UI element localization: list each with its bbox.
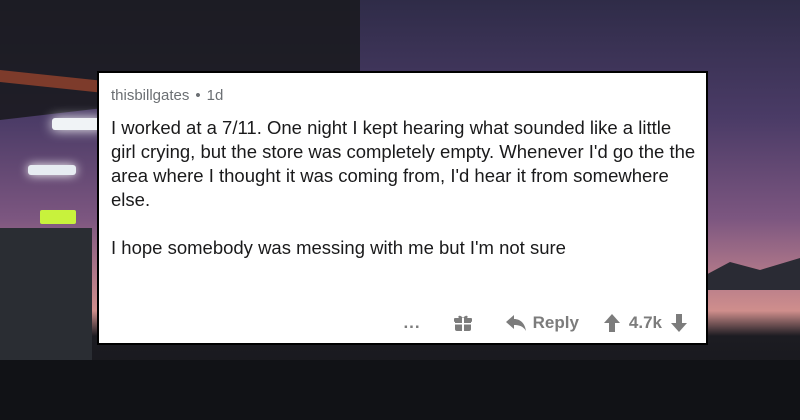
distant-hills [700, 258, 800, 290]
gas-pump [0, 228, 92, 378]
reply-button[interactable]: Reply [505, 313, 579, 333]
username[interactable]: thisbillgates [111, 87, 189, 104]
vote-score: 4.7k [628, 313, 662, 332]
reply-arrow-icon [505, 315, 526, 331]
comment-paragraph: I worked at a 7/11. One night I kept hea… [111, 117, 696, 210]
upvote-arrow-icon[interactable] [603, 313, 621, 333]
comment-age: 1d [206, 87, 224, 104]
comment-paragraph: I hope somebody was messing with me but … [111, 237, 566, 258]
pump-sign [40, 210, 76, 224]
downvote-arrow-icon[interactable] [670, 313, 688, 333]
comment-actions: ... Reply 4.7k [403, 313, 688, 333]
comment-meta: thisbillgates • 1d [111, 87, 223, 104]
canopy-light [28, 165, 76, 175]
meta-separator: • [195, 87, 201, 104]
ground [0, 360, 800, 420]
comment-card: thisbillgates • 1d I worked at a 7/11. One… [97, 71, 708, 345]
gift-icon[interactable] [453, 313, 473, 333]
vote-controls: 4.7k [603, 313, 688, 333]
reply-label: Reply [532, 313, 579, 332]
comment-body: I worked at a 7/11. One night I kept hea… [111, 116, 696, 260]
more-options-icon[interactable]: ... [403, 313, 420, 333]
